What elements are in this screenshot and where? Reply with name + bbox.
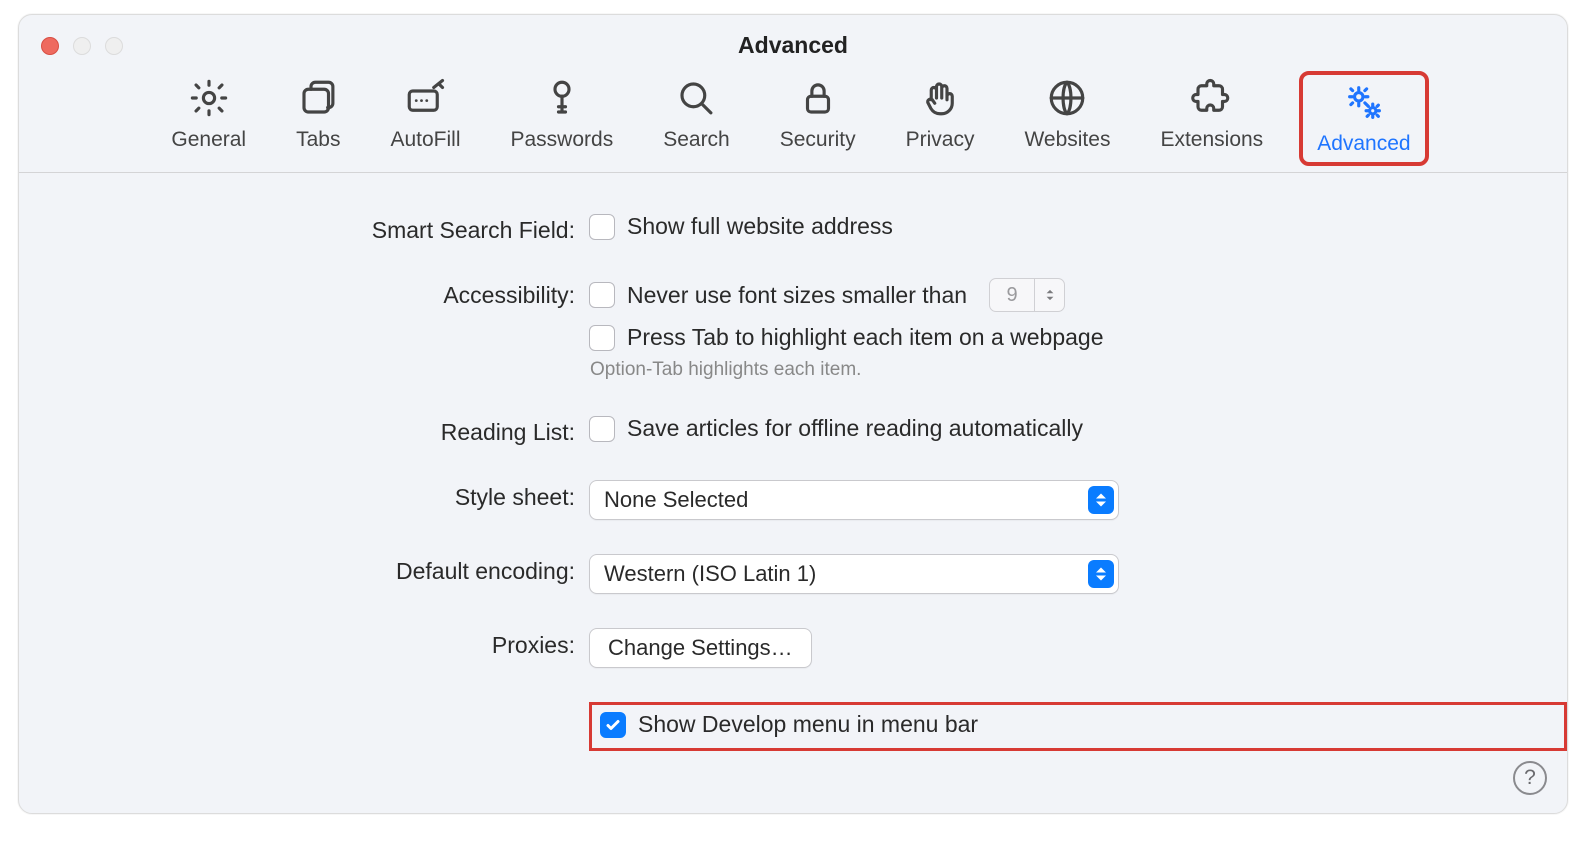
offline-reading-label: Save articles for offline reading automa… (627, 415, 1083, 442)
lock-icon (797, 77, 839, 124)
encoding-label: Default encoding: (19, 554, 589, 585)
change-proxies-label: Change Settings… (608, 635, 793, 661)
help-label: ? (1524, 766, 1536, 790)
minimize-window-button[interactable] (73, 37, 91, 55)
tab-label: AutoFill (390, 128, 460, 152)
tab-websites[interactable]: Websites (1010, 71, 1124, 166)
search-icon (675, 77, 717, 124)
stylesheet-value: None Selected (604, 487, 1088, 513)
hand-icon (919, 77, 961, 124)
tab-label: Extensions (1160, 128, 1263, 152)
accessibility-hint: Option-Tab highlights each item. (589, 359, 1567, 381)
show-full-address-checkbox[interactable] (589, 214, 615, 240)
gears-icon (1343, 81, 1385, 128)
encoding-value: Western (ISO Latin 1) (604, 561, 1088, 587)
proxies-label: Proxies: (19, 628, 589, 659)
select-caret-icon (1088, 560, 1114, 588)
tab-tabs[interactable]: Tabs (282, 71, 354, 166)
show-full-address-label: Show full website address (627, 213, 893, 240)
tab-label: Tabs (296, 128, 340, 152)
stylesheet-label: Style sheet: (19, 480, 589, 511)
tab-advanced[interactable]: Advanced (1299, 71, 1428, 166)
min-font-label: Never use font sizes smaller than (627, 282, 967, 309)
zoom-window-button[interactable] (105, 37, 123, 55)
tab-label: Advanced (1317, 132, 1410, 156)
tab-highlight-label: Press Tab to highlight each item on a we… (627, 324, 1104, 351)
stepper-arrows-icon[interactable] (1034, 279, 1064, 311)
advanced-pane: Smart Search Field: Show full website ad… (19, 173, 1567, 751)
tab-label: Security (780, 128, 856, 152)
min-font-stepper[interactable]: 9 (989, 278, 1065, 312)
globe-icon (1046, 77, 1088, 124)
help-button[interactable]: ? (1513, 761, 1547, 795)
select-caret-icon (1088, 486, 1114, 514)
tab-label: Privacy (906, 128, 975, 152)
change-proxies-button[interactable]: Change Settings… (589, 628, 812, 668)
reading-list-label: Reading List: (19, 415, 589, 446)
close-window-button[interactable] (41, 37, 59, 55)
min-font-value: 9 (990, 284, 1034, 307)
preferences-window: Advanced General Tabs AutoFill Passwords… (18, 14, 1568, 814)
show-develop-menu-checkbox[interactable] (600, 712, 626, 738)
preferences-toolbar: General Tabs AutoFill Passwords Search S… (19, 71, 1567, 173)
tab-privacy[interactable]: Privacy (892, 71, 989, 166)
tab-search[interactable]: Search (649, 71, 744, 166)
gear-icon (188, 77, 230, 124)
min-font-checkbox[interactable] (589, 282, 615, 308)
tab-label: General (171, 128, 246, 152)
develop-menu-highlight: Show Develop menu in menu bar (589, 702, 1567, 751)
tab-label: Passwords (511, 128, 614, 152)
window-title: Advanced (19, 15, 1567, 59)
puzzle-icon (1191, 77, 1233, 124)
tab-highlight-checkbox[interactable] (589, 325, 615, 351)
traffic-lights (41, 37, 123, 55)
key-icon (541, 77, 583, 124)
tab-label: Websites (1024, 128, 1110, 152)
tab-autofill[interactable]: AutoFill (376, 71, 474, 166)
encoding-select[interactable]: Western (ISO Latin 1) (589, 554, 1119, 594)
autofill-icon (404, 77, 446, 124)
tabs-icon (297, 77, 339, 124)
tab-passwords[interactable]: Passwords (497, 71, 628, 166)
tab-general[interactable]: General (157, 71, 260, 166)
offline-reading-checkbox[interactable] (589, 416, 615, 442)
accessibility-label: Accessibility: (19, 278, 589, 309)
stylesheet-select[interactable]: None Selected (589, 480, 1119, 520)
tab-label: Search (663, 128, 730, 152)
smart-search-label: Smart Search Field: (19, 213, 589, 244)
show-develop-menu-label: Show Develop menu in menu bar (638, 711, 978, 738)
tab-security[interactable]: Security (766, 71, 870, 166)
tab-extensions[interactable]: Extensions (1146, 71, 1277, 166)
